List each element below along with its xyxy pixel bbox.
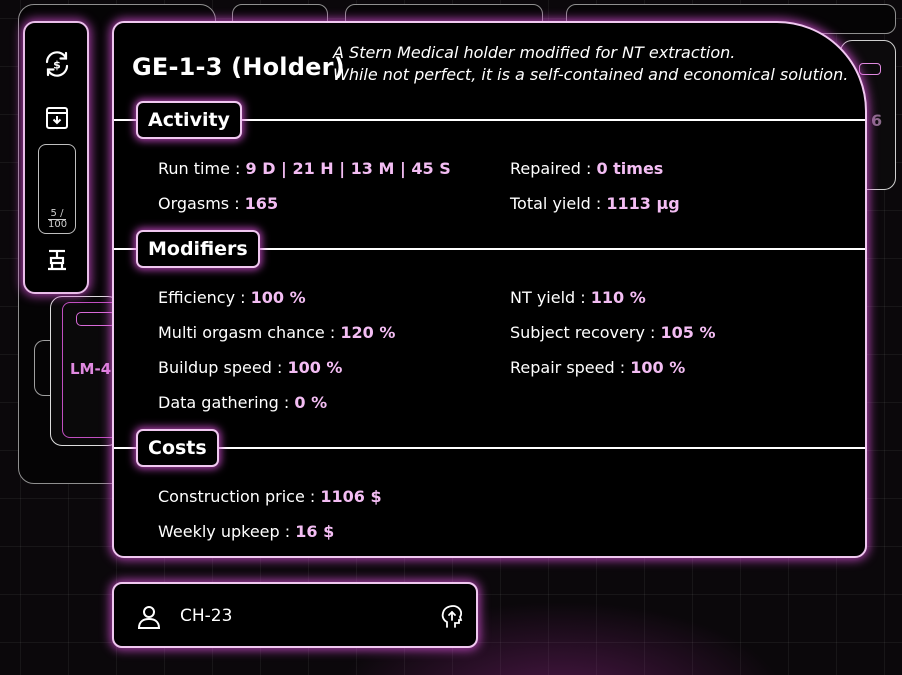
- background-status-pill: [76, 312, 116, 326]
- stat-run-time: Run time : 9 D | 21 H | 13 M | 45 S: [158, 159, 451, 178]
- section-title-modifiers: Modifiers: [136, 230, 260, 268]
- svg-text:$: $: [53, 59, 61, 72]
- slot-capacity: 100: [48, 219, 68, 230]
- stat-orgasms: Orgasms : 165: [158, 194, 279, 213]
- section-title-activity: Activity: [136, 101, 242, 139]
- background-card-label: LM-4: [70, 360, 112, 378]
- background-card-number: 6: [871, 111, 883, 130]
- subject-name: CH-23: [180, 606, 233, 626]
- description-line: While not perfect, it is a self-containe…: [333, 65, 849, 84]
- description-line: A Stern Medical holder modified for NT e…: [333, 43, 736, 62]
- stat-buildup-speed: Buildup speed : 100 %: [158, 358, 343, 377]
- stat-construction-price: Construction price : 1106 $: [158, 487, 382, 506]
- stat-total-yield: Total yield : 1113 µg: [510, 194, 680, 213]
- storage-slot: 5 / 100: [38, 144, 76, 234]
- stat-efficiency: Efficiency : 100 %: [158, 288, 306, 307]
- stat-subject-recovery: Subject recovery : 105 %: [510, 323, 716, 342]
- section-title-costs: Costs: [136, 429, 219, 467]
- pipeline-icon[interactable]: [42, 245, 72, 275]
- section-divider: [114, 447, 865, 449]
- head-upload-icon[interactable]: [440, 604, 464, 630]
- machine-info-card: GE-1-3 (Holder) A Stern Medical holder m…: [112, 21, 867, 558]
- subject-bar[interactable]: CH-23: [112, 582, 478, 648]
- stat-nt-yield: NT yield : 110 %: [510, 288, 646, 307]
- stat-data-gathering: Data gathering : 0 %: [158, 393, 328, 412]
- stat-repair-speed: Repair speed : 100 %: [510, 358, 686, 377]
- stat-multi-orgasm-chance: Multi orgasm chance : 120 %: [158, 323, 396, 342]
- machine-toolbar: $ 5 / 100: [23, 21, 89, 294]
- person-icon: [136, 604, 162, 630]
- download-box-icon[interactable]: [42, 103, 72, 133]
- stat-weekly-upkeep: Weekly upkeep : 16 $: [158, 522, 335, 541]
- machine-title: GE-1-3 (Holder): [132, 53, 345, 81]
- stat-repaired: Repaired : 0 times: [510, 159, 664, 178]
- machine-description: A Stern Medical holder modified for NT e…: [333, 42, 873, 86]
- sync-icon[interactable]: $: [42, 49, 72, 79]
